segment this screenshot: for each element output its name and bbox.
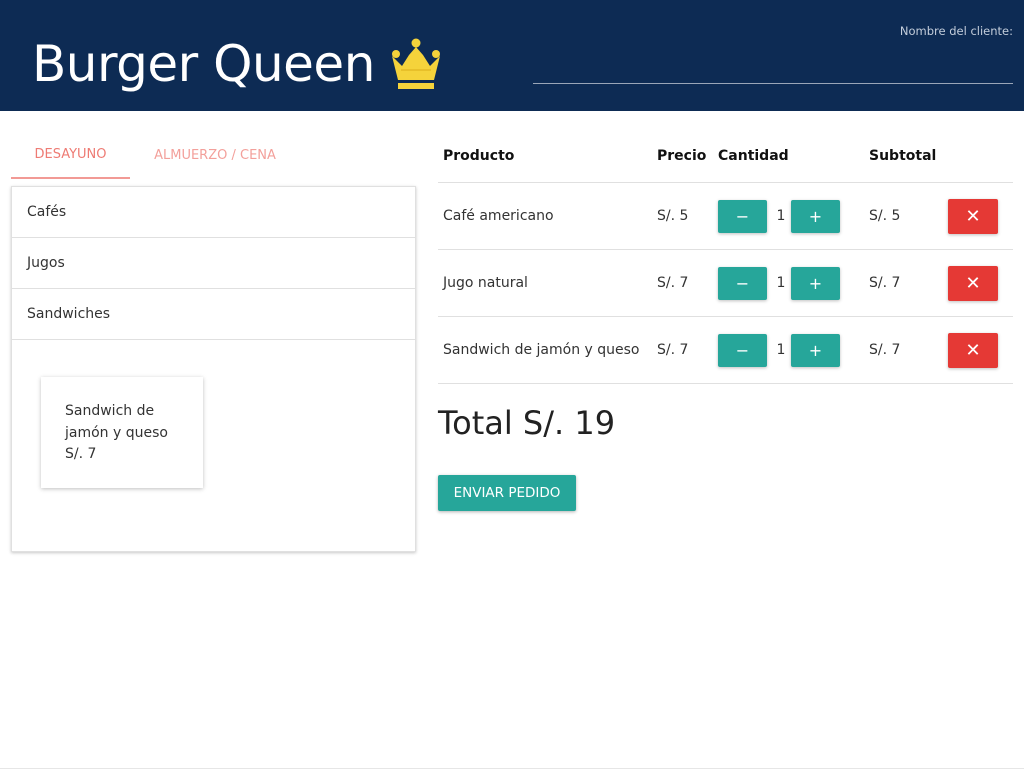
row-quantity: 1 [776, 208, 786, 224]
table-row: Café americano S/. 5 − 1 + S/. 5 ✕ [438, 183, 1013, 250]
crown-icon [391, 38, 440, 89]
row-product: Sandwich de jamón y queso [443, 342, 640, 358]
app-header: Burger Queen Nombre del cliente: [0, 0, 1024, 111]
column-header-price: Precio [657, 148, 707, 164]
row-subtotal: S/. 7 [869, 275, 901, 291]
row-price: S/. 5 [657, 208, 689, 224]
row-subtotal: S/. 7 [869, 342, 901, 358]
increase-quantity-button[interactable]: + [791, 200, 840, 233]
column-header-product: Producto [443, 148, 515, 164]
order-total: Total S/. 19 [438, 404, 616, 442]
row-product: Café americano [443, 208, 554, 224]
delete-item-button[interactable]: ✕ [948, 266, 998, 301]
decrease-quantity-button[interactable]: − [718, 267, 767, 300]
delete-item-button[interactable]: ✕ [948, 333, 998, 368]
increase-quantity-button[interactable]: + [791, 334, 840, 367]
send-order-button[interactable]: ENVIAR PEDIDO [438, 475, 576, 511]
tab-desayuno[interactable]: DESAYUNO [11, 132, 130, 179]
menu-panel: Cafés Jugos Sandwiches Sandwich de jamón… [11, 186, 416, 552]
bottom-divider [0, 768, 1024, 769]
table-row: Sandwich de jamón y queso S/. 7 − 1 + S/… [438, 317, 1013, 384]
row-product: Jugo natural [443, 275, 528, 291]
tab-almuerzo-cena[interactable]: ALMUERZO / CENA [139, 132, 291, 179]
row-quantity: 1 [776, 342, 786, 358]
column-header-subtotal: Subtotal [869, 148, 937, 164]
category-jugos[interactable]: Jugos [12, 238, 415, 289]
client-name-input[interactable] [533, 60, 1013, 84]
app-title: Burger Queen [32, 35, 375, 93]
table-row: Jugo natural S/. 7 − 1 + S/. 7 ✕ [438, 250, 1013, 317]
category-sandwiches[interactable]: Sandwiches [12, 289, 415, 340]
client-name-label: Nombre del cliente: [899, 24, 1013, 38]
product-price: S/. 7 [65, 446, 97, 462]
category-cafes[interactable]: Cafés [12, 187, 415, 238]
product-card[interactable]: Sandwich de jamón y queso S/. 7 [41, 377, 203, 488]
brand: Burger Queen [32, 32, 443, 96]
row-subtotal: S/. 5 [869, 208, 901, 224]
delete-item-button[interactable]: ✕ [948, 199, 998, 234]
product-name-line2: jamón y queso [65, 424, 168, 441]
row-price: S/. 7 [657, 275, 689, 291]
row-price: S/. 7 [657, 342, 689, 358]
row-quantity: 1 [776, 275, 786, 291]
column-header-quantity: Cantidad [718, 148, 789, 164]
decrease-quantity-button[interactable]: − [718, 334, 767, 367]
menu-tabs: DESAYUNO ALMUERZO / CENA [11, 132, 416, 179]
product-name-line1: Sandwich de [65, 403, 155, 419]
increase-quantity-button[interactable]: + [791, 267, 840, 300]
decrease-quantity-button[interactable]: − [718, 200, 767, 233]
